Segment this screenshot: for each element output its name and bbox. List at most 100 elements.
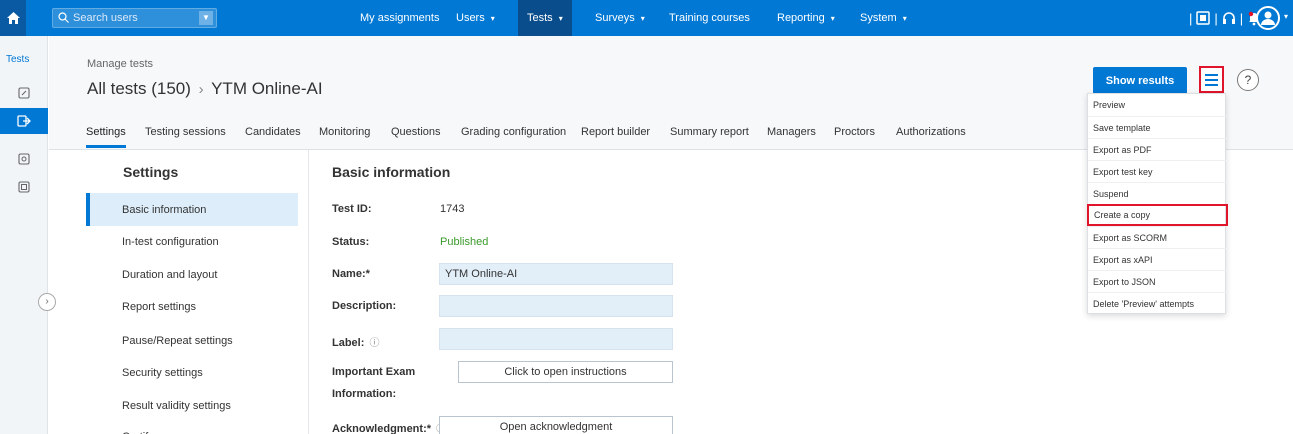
chevron-down-icon: ▾ xyxy=(640,13,645,23)
settings-item-duration-layout[interactable]: Duration and layout xyxy=(86,258,298,291)
tab-candidates[interactable]: Candidates xyxy=(245,126,301,138)
settings-item-security[interactable]: Security settings xyxy=(86,356,298,389)
name-field[interactable]: YTM Online-AI xyxy=(439,263,673,285)
home-button[interactable] xyxy=(0,0,26,36)
tab-monitoring[interactable]: Monitoring xyxy=(319,126,370,138)
test-id-label: Test ID: xyxy=(332,203,372,215)
tab-settings[interactable]: Settings xyxy=(86,126,126,138)
description-field[interactable] xyxy=(439,295,673,317)
settings-item-certificates[interactable]: Certif... xyxy=(86,420,298,434)
nav-training-courses[interactable]: Training courses xyxy=(660,0,759,36)
status-value: Published xyxy=(440,236,489,248)
more-actions-menu-button[interactable] xyxy=(1199,66,1224,93)
label-field[interactable] xyxy=(439,328,673,350)
important-info-label-line1: Important Exam xyxy=(332,366,416,378)
test-id-value: 1743 xyxy=(440,203,465,215)
nav-tests[interactable]: Tests ▾ xyxy=(518,0,572,36)
nav-label: My assignments xyxy=(360,12,440,24)
column-divider xyxy=(308,150,309,434)
tab-authorizations[interactable]: Authorizations xyxy=(896,126,966,138)
hamburger-icon xyxy=(1205,83,1218,86)
separator: | xyxy=(1214,10,1218,26)
info-icon[interactable]: ⓘ xyxy=(369,338,379,349)
expand-rail-toggle[interactable]: › xyxy=(38,293,56,311)
search-placeholder: Search users xyxy=(73,12,138,24)
nav-label: Reporting xyxy=(777,12,825,24)
acknowledgment-label: Acknowledgment:* ⓘ xyxy=(332,420,446,434)
tab-testing-sessions[interactable]: Testing sessions xyxy=(145,126,226,138)
search-filter-dropdown[interactable]: ▼ xyxy=(199,11,213,25)
menu-item-export-pdf[interactable]: Export as PDF xyxy=(1088,138,1227,160)
help-button[interactable]: ? xyxy=(1237,69,1259,91)
name-label: Name:* xyxy=(332,268,370,280)
rail-document-button[interactable] xyxy=(11,146,37,172)
menu-item-export-xapi[interactable]: Export as xAPI xyxy=(1088,248,1227,270)
settings-item-result-validity[interactable]: Result validity settings xyxy=(86,389,298,422)
search-icon xyxy=(58,12,69,23)
menu-item-suspend[interactable]: Suspend xyxy=(1088,182,1227,204)
hamburger-icon xyxy=(1205,78,1218,81)
active-tab-indicator xyxy=(86,145,126,148)
breadcrumb-separator: › xyxy=(198,81,204,98)
breadcrumb-parent[interactable]: Manage tests xyxy=(87,58,153,70)
menu-item-delete-preview-attempts[interactable]: Delete 'Preview' attempts xyxy=(1088,292,1227,314)
rail-export-button[interactable] xyxy=(0,108,48,134)
nav-my-assignments[interactable]: My assignments xyxy=(351,0,448,36)
tab-managers[interactable]: Managers xyxy=(767,126,816,138)
nav-system[interactable]: System ▾ xyxy=(851,0,916,36)
user-avatar[interactable] xyxy=(1256,6,1280,30)
document-icon xyxy=(18,153,30,165)
label-label-text: Label: xyxy=(332,337,365,349)
chevron-down-icon: ▾ xyxy=(902,13,907,23)
breadcrumb-all-tests[interactable]: All tests (150) xyxy=(87,79,191,98)
breadcrumb: All tests (150) › YTM Online-AI xyxy=(87,79,323,99)
search-users-input[interactable]: Search users ▼ xyxy=(52,8,217,28)
menu-item-create-copy[interactable]: Create a copy xyxy=(1087,204,1228,226)
settings-item-in-test-configuration[interactable]: In-test configuration xyxy=(86,225,298,258)
settings-item-report-settings[interactable]: Report settings xyxy=(86,290,298,323)
menu-item-save-template[interactable]: Save template xyxy=(1088,116,1227,138)
tab-grading-configuration[interactable]: Grading configuration xyxy=(461,126,566,138)
rail-copy-button[interactable] xyxy=(11,174,37,200)
nav-label: Surveys xyxy=(595,12,635,24)
top-navigation-bar: Search users ▼ My assignments Users ▾ Tes… xyxy=(0,0,1293,36)
edit-icon xyxy=(18,87,30,99)
top-right-icons: | | | xyxy=(1189,7,1262,29)
important-info-label-line2: Information: xyxy=(332,388,397,400)
export-icon xyxy=(17,115,31,127)
show-results-button[interactable]: Show results xyxy=(1093,67,1187,94)
chevron-down-icon: ▾ xyxy=(558,13,563,23)
nav-users[interactable]: Users ▾ xyxy=(447,0,504,36)
tab-summary-report[interactable]: Summary report xyxy=(670,126,749,138)
menu-item-preview[interactable]: Preview xyxy=(1088,94,1227,116)
chevron-down-icon: ▾ xyxy=(830,13,835,23)
nav-label: Users xyxy=(456,12,485,24)
nav-reporting[interactable]: Reporting ▾ xyxy=(768,0,844,36)
nav-label: System xyxy=(860,12,897,24)
rail-edit-button[interactable] xyxy=(11,80,37,106)
nav-surveys[interactable]: Surveys ▾ xyxy=(586,0,654,36)
open-instructions-button[interactable]: Click to open instructions xyxy=(458,361,673,383)
settings-item-basic-information[interactable]: Basic information xyxy=(86,193,298,226)
tab-questions[interactable]: Questions xyxy=(391,126,441,138)
rail-title: Tests xyxy=(6,54,30,65)
headset-icon[interactable] xyxy=(1221,10,1237,26)
status-label: Status: xyxy=(332,236,370,248)
nav-label: Training courses xyxy=(669,12,750,24)
open-acknowledgment-button[interactable]: Open acknowledgment xyxy=(439,416,673,434)
help-book-icon[interactable] xyxy=(1195,10,1211,26)
separator: | xyxy=(1239,10,1244,26)
copy-icon xyxy=(18,181,30,193)
menu-item-export-json[interactable]: Export to JSON xyxy=(1088,270,1227,292)
tab-report-builder[interactable]: Report builder xyxy=(581,126,650,138)
menu-item-export-scorm[interactable]: Export as SCORM xyxy=(1088,226,1227,248)
tab-proctors[interactable]: Proctors xyxy=(834,126,875,138)
settings-item-pause-repeat[interactable]: Pause/Repeat settings xyxy=(86,324,298,357)
description-label: Description: xyxy=(332,300,397,312)
acknowledgment-label-text: Acknowledgment:* xyxy=(332,423,432,434)
menu-item-export-test-key[interactable]: Export test key xyxy=(1088,160,1227,182)
home-icon xyxy=(6,12,20,24)
settings-title: Settings xyxy=(123,164,179,180)
left-rail: Tests xyxy=(0,36,48,434)
avatar-caret-icon[interactable]: ▾ xyxy=(1284,12,1288,21)
